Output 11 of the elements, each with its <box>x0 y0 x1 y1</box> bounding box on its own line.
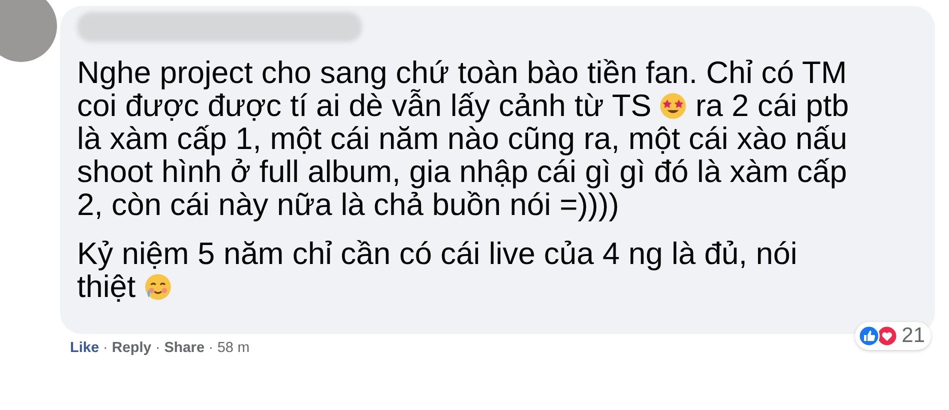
separator-dot: · <box>103 340 108 356</box>
action-link[interactable]: Like <box>70 340 100 356</box>
action-link[interactable]: Share <box>164 340 205 356</box>
separator-dot: · <box>208 340 214 356</box>
separator-dot: · <box>155 340 160 356</box>
timestamp[interactable]: 58 m <box>217 340 250 356</box>
action-link[interactable]: Reply <box>112 340 152 356</box>
comment-text: Nghe project cho sang chứ toàn bào tiền fan. Chỉ có TM <box>77 54 847 90</box>
comment-text: ra 2 cái ptb <box>695 88 849 124</box>
comment-text: Kỷ niệm 5 năm chỉ cần có cái live của 4 ng là đủ, nói <box>77 236 798 272</box>
reaction-count[interactable]: 21 <box>854 322 931 350</box>
